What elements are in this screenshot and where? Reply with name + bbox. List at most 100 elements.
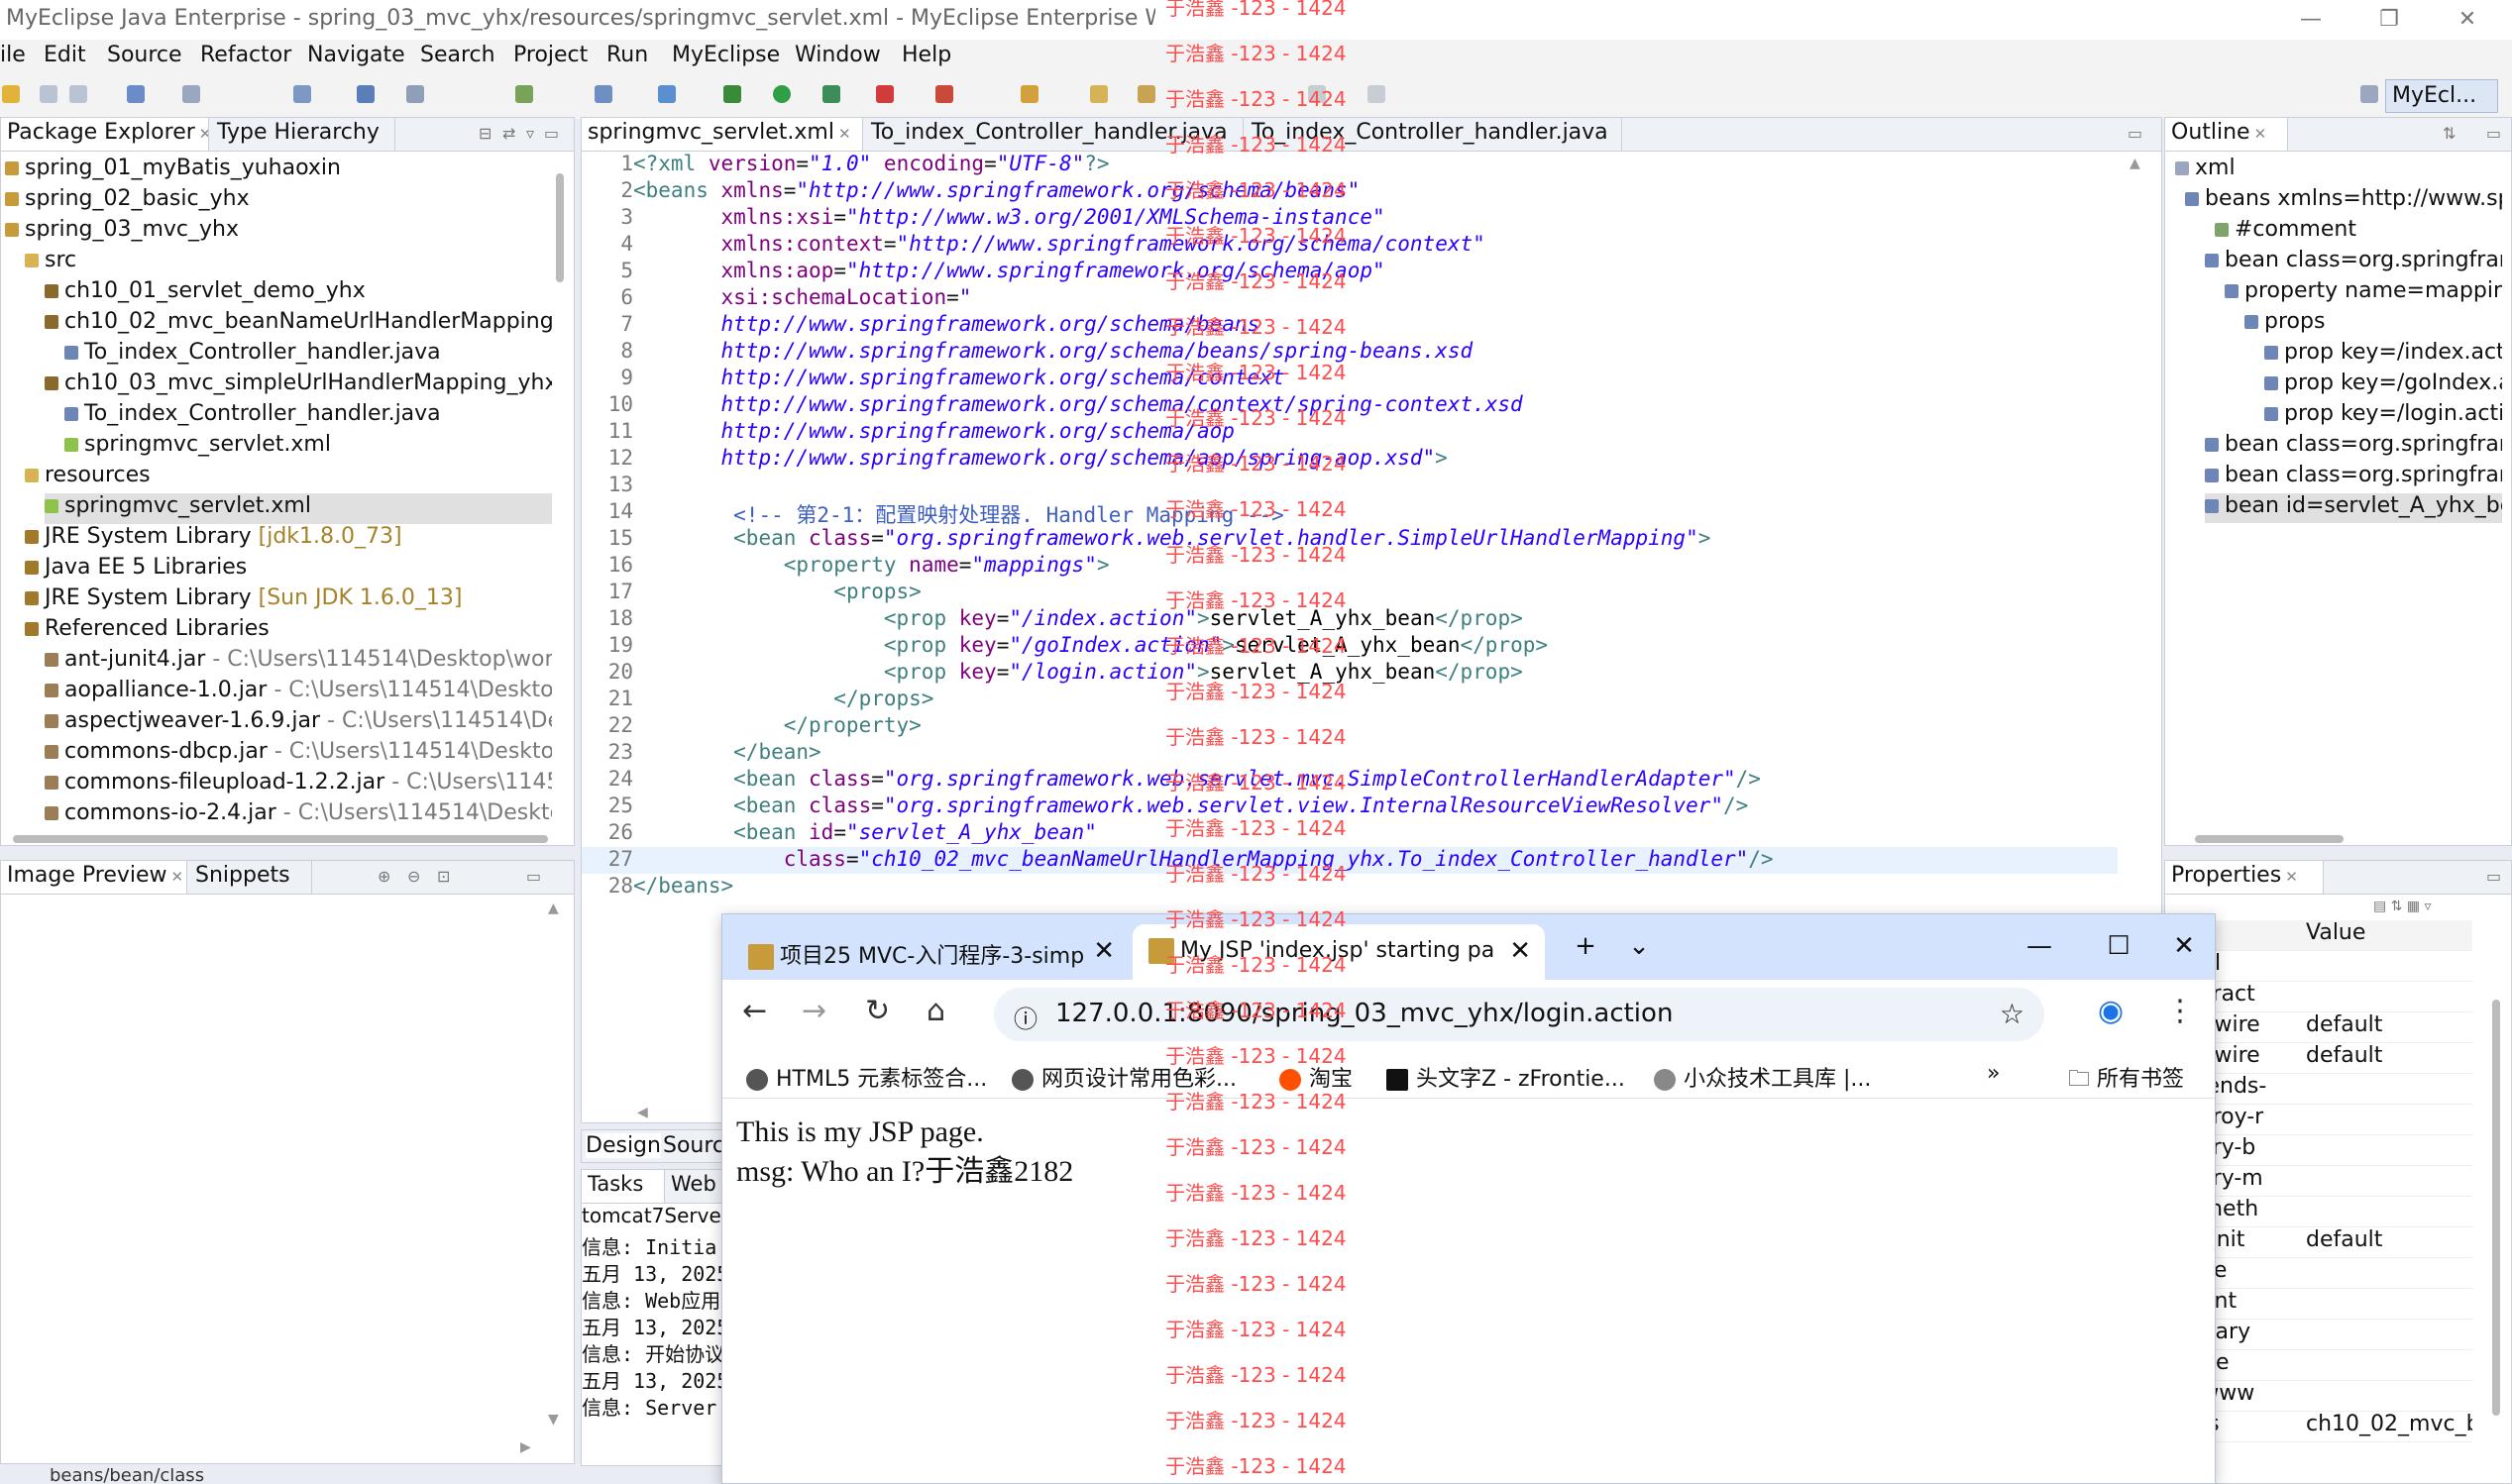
- menu-search[interactable]: Search: [420, 43, 495, 67]
- print-icon[interactable]: [127, 85, 145, 103]
- menu-help[interactable]: Help: [902, 43, 951, 67]
- minimize-button[interactable]: —: [2291, 4, 2331, 36]
- tab-search-icon[interactable]: ⌄: [1614, 924, 1664, 968]
- tree-item[interactable]: commons-dbcp.jar - C:\Users\114514\Deskt…: [45, 739, 552, 770]
- menu-edit[interactable]: Edit: [44, 43, 86, 67]
- bookmark-star-icon[interactable]: ☆: [2000, 998, 2024, 1030]
- tree-item[interactable]: spring_03_mvc_yhx: [5, 217, 552, 248]
- code-line[interactable]: 18 <prop key="/index.action">servlet_A_y…: [582, 606, 2118, 633]
- close-tab-icon[interactable]: ✕: [1509, 936, 1531, 966]
- scroll-up-icon[interactable]: ▲: [2130, 156, 2140, 171]
- browser-tab-project[interactable]: 项目25 MVC-入门程序-3-simp ✕: [732, 924, 1129, 980]
- zoom-out-icon[interactable]: ⊖: [407, 867, 420, 886]
- web-browser-icon[interactable]: [515, 85, 533, 103]
- tab-web[interactable]: Web: [665, 1170, 728, 1203]
- tab-type-hierarchy[interactable]: Type Hierarchy: [211, 118, 395, 151]
- code-line[interactable]: 23 </bean>: [582, 740, 2118, 767]
- tree-item[interactable]: ant-junit4.jar - C:\Users\114514\Desktop…: [45, 647, 552, 678]
- server-icon[interactable]: [293, 85, 311, 103]
- code-line[interactable]: 13: [582, 473, 2118, 499]
- save-all-icon[interactable]: [69, 85, 87, 103]
- tree-item[interactable]: springmvc_servlet.xml: [45, 493, 552, 524]
- outline-item[interactable]: xml: [2175, 156, 2502, 185]
- code-line[interactable]: 1 <?xml version="1.0" encoding="UTF-8"?>: [582, 152, 2118, 178]
- code-line[interactable]: 7 http://www.springframework.org/schema/…: [582, 312, 2118, 339]
- next-annotation-icon[interactable]: [1138, 85, 1155, 103]
- perspective-switcher[interactable]: MyEcl...: [2385, 79, 2498, 113]
- tab-package-explorer[interactable]: Package Explorer✕: [1, 118, 209, 151]
- tree-item[interactable]: src: [25, 248, 552, 278]
- browser-menu-icon[interactable]: ⋮: [2165, 994, 2195, 1028]
- tree-item[interactable]: commons-io-2.4.jar - C:\Users\114514\Des…: [45, 800, 552, 831]
- outline-horizontal-scrollbar[interactable]: [2195, 835, 2344, 843]
- maximize-button[interactable]: ❐: [2369, 4, 2409, 36]
- outline-item[interactable]: bean id=servlet_A_yhx_bear: [2205, 493, 2502, 523]
- tree-item[interactable]: ch10_02_mvc_beanNameUrlHandlerMapping_yh: [45, 309, 552, 340]
- code-line[interactable]: 11 http://www.springframework.org/schema…: [582, 419, 2118, 446]
- scroll-right-icon[interactable]: ▶: [520, 1439, 531, 1455]
- outline-item[interactable]: property name=mappings: [2225, 278, 2502, 308]
- code-line[interactable]: 21 </props>: [582, 687, 2118, 713]
- search-icon[interactable]: [595, 85, 612, 103]
- tab-tasks[interactable]: Tasks: [582, 1170, 665, 1203]
- stop-icon[interactable]: [876, 85, 894, 103]
- properties-scrollbar[interactable]: [2492, 1000, 2500, 1416]
- menu-navigate[interactable]: Navigate: [307, 43, 405, 67]
- collapse-all-icon[interactable]: ⊟: [479, 124, 491, 143]
- code-line[interactable]: 28 </beans>: [582, 874, 2118, 901]
- tree-item[interactable]: To_index_Controller_handler.java: [64, 340, 552, 371]
- menu-refactor[interactable]: Refactor: [200, 43, 291, 67]
- open-perspective-icon[interactable]: [2360, 85, 2378, 103]
- run-external-icon[interactable]: [822, 85, 840, 103]
- tree-vertical-scrollbar[interactable]: [556, 173, 564, 282]
- minimize-view-icon[interactable]: ▭: [2128, 124, 2142, 143]
- browser-minimize-button[interactable]: —: [2015, 924, 2064, 968]
- tree-item[interactable]: spring_01_myBatis_yuhaoxin: [5, 156, 552, 186]
- open-folder-icon[interactable]: [1021, 85, 1038, 103]
- code-line[interactable]: 27 class="ch10_02_mvc_beanNameUrlHandler…: [582, 847, 2118, 874]
- menu-myeclipse[interactable]: MyEclipse: [672, 43, 780, 67]
- code-line[interactable]: 22 </property>: [582, 713, 2118, 740]
- tree-item[interactable]: commons-fileupload-1.2.2.jar - C:\Users\…: [45, 770, 552, 800]
- zoom-fit-icon[interactable]: ⊡: [437, 867, 450, 886]
- minimize-view-icon[interactable]: ▭: [2486, 124, 2501, 143]
- tree-item[interactable]: Java EE 5 Libraries: [25, 555, 552, 585]
- tree-item[interactable]: aopalliance-1.0.jar - C:\Users\114514\De…: [45, 678, 552, 708]
- code-line[interactable]: 2 <beans xmlns="http://www.springframewor…: [582, 178, 2118, 205]
- code-line[interactable]: 20 <prop key="/login.action">servlet_A_y…: [582, 660, 2118, 687]
- new-tab-button[interactable]: +: [1561, 924, 1610, 968]
- browser-maximize-button[interactable]: ☐: [2094, 924, 2143, 968]
- zoom-in-icon[interactable]: ⊕: [378, 867, 390, 886]
- minimize-view-icon[interactable]: ▭: [2486, 867, 2501, 886]
- code-line[interactable]: 16 <property name="mappings">: [582, 553, 2118, 580]
- code-line[interactable]: 19 <prop key="/goIndex.action">servlet_A…: [582, 633, 2118, 660]
- annotation-icon[interactable]: [1090, 85, 1108, 103]
- tab-springmvc-servlet-xml[interactable]: springmvc_servlet.xml ✕: [582, 118, 863, 151]
- code-line[interactable]: 17 <props>: [582, 580, 2118, 606]
- tree-item[interactable]: springmvc_servlet.xml: [64, 432, 552, 463]
- bookmark-html5[interactable]: HTML5 元素标签合...: [746, 1061, 987, 1093]
- tree-item[interactable]: resources: [25, 463, 552, 493]
- outline-item[interactable]: beans xmlns=http://www.spri: [2185, 186, 2502, 216]
- run-icon[interactable]: [773, 85, 791, 103]
- tab-image-preview[interactable]: Image Preview ✕: [1, 861, 187, 894]
- tab-properties[interactable]: Properties ✕: [2165, 861, 2324, 894]
- outline-item[interactable]: bean class=org.springframe: [2205, 432, 2502, 462]
- code-line[interactable]: 9 http://www.springframework.org/schema/…: [582, 366, 2118, 392]
- home-icon[interactable]: ⌂: [927, 994, 945, 1028]
- view-menu-icon[interactable]: ▿: [526, 124, 534, 143]
- debug-run-icon[interactable]: [723, 85, 741, 103]
- code-line[interactable]: 25 <bean class="org.springframework.web.…: [582, 794, 2118, 820]
- tree-item[interactable]: To_index_Controller_handler.java: [64, 401, 552, 432]
- code-line[interactable]: 6 xsi:schemaLocation=": [582, 285, 2118, 312]
- back-icon[interactable]: ←: [742, 994, 767, 1028]
- profile-icon[interactable]: ◉: [2098, 994, 2124, 1028]
- tab-design[interactable]: Design: [586, 1133, 661, 1158]
- tree-item[interactable]: JRE System Library [jdk1.8.0_73]: [25, 524, 552, 555]
- all-bookmarks-button[interactable]: 🗀 所有书签: [2068, 1061, 2184, 1100]
- site-info-icon[interactable]: ⓘ: [1014, 1000, 1038, 1034]
- save-icon[interactable]: [40, 85, 57, 103]
- menu-window[interactable]: Window: [795, 43, 881, 67]
- forward-icon[interactable]: [1367, 85, 1385, 103]
- link-editor-icon[interactable]: ⇄: [502, 124, 515, 143]
